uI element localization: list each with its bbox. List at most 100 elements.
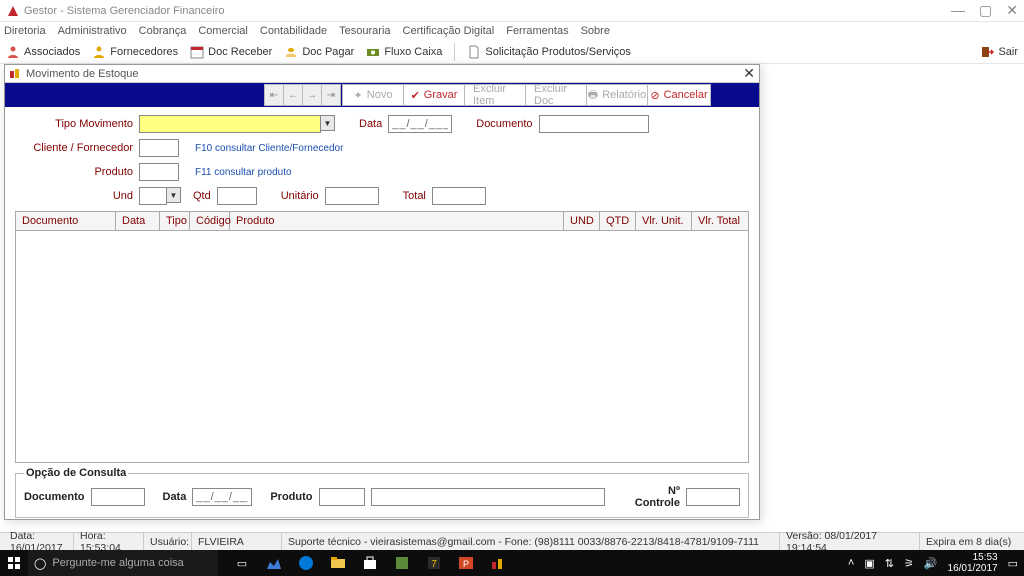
consulta-produto-name-input[interactable] [371,488,605,506]
menu-diretoria[interactable]: Diretoria [4,25,46,37]
taskbar-app-1[interactable] [260,550,288,576]
task-view-button[interactable]: ▭ [228,550,256,576]
excluir-doc-button[interactable]: Excluir Doc [525,84,587,106]
label-tipo-movimento: Tipo Movimento [15,118,133,130]
consulta-produto-code-input[interactable] [319,488,365,506]
produto-input[interactable] [139,163,179,181]
windows-taskbar: ◯ Pergunte-me alguma coisa ▭ 7 P ˄ ▣ ⇅ ⚞… [0,550,1024,576]
taskbar-explorer[interactable] [324,550,352,576]
toolbar-solicitacao[interactable]: Solicitação Produtos/Serviços [467,45,631,59]
menu-sobre[interactable]: Sobre [581,25,610,37]
menu-ferramentas[interactable]: Ferramentas [506,25,568,37]
toolbar-doc-receber[interactable]: Doc Receber [190,45,272,59]
cliente-fornecedor-input[interactable] [139,139,179,157]
relatorio-button[interactable]: 🖶 Relatório [586,84,648,106]
menu-cobranca[interactable]: Cobrança [139,25,187,37]
toolbar-fornecedores[interactable]: Fornecedores [92,45,178,59]
label-cliente-fornecedor: Cliente / Fornecedor [15,142,133,154]
status-usuario: FLVIEIRA [192,533,282,550]
close-icon[interactable]: ✕ [743,65,755,82]
toolbar-sair[interactable]: Sair [980,45,1018,59]
status-hora: Hora: 15:53:04 [74,533,144,550]
window-close-icon[interactable]: ✕ [1006,2,1018,19]
window-maximize-icon[interactable]: ▢ [979,2,992,19]
taskbar-search[interactable]: ◯ Pergunte-me alguma coisa [28,550,218,576]
hint-produto[interactable]: F11 consultar produto [195,167,292,178]
nav-next-button[interactable]: → [302,84,322,106]
hint-cliente[interactable]: F10 consultar Cliente/Fornecedor [195,143,343,154]
tipo-movimento-input[interactable] [139,115,321,133]
und-input[interactable] [139,187,167,205]
unitario-input[interactable] [325,187,379,205]
und-dropdown[interactable]: ▼ [167,187,181,203]
data-input[interactable] [388,115,452,133]
col-tipo[interactable]: Tipo [160,212,190,230]
window-minimize-icon[interactable]: — [951,2,965,19]
items-table: Documento Data Tipo Código Produto UND Q… [15,211,749,463]
modal-body: Tipo Movimento ▼ Data Documento Cliente … [5,107,759,522]
table-header: Documento Data Tipo Código Produto UND Q… [16,212,748,231]
table-body [16,231,748,461]
modal-action-bar: ⇤ ← → ⇥ ✦ Novo ✔ Gravar Excluir Item Exc… [5,83,759,107]
app-status-bar: Data: 16/01/2017 Hora: 15:53:04 Usuário:… [0,532,1024,550]
main-toolbar: Associados Fornecedores Doc Receber Doc … [0,40,1024,64]
documento-input[interactable] [539,115,649,133]
tray-battery-icon[interactable]: ▣ [864,557,874,570]
menu-administrativo[interactable]: Administrativo [58,25,127,37]
total-input[interactable] [432,187,486,205]
col-und[interactable]: UND [564,212,600,230]
consulta-controle-input[interactable] [686,488,740,506]
qtd-input[interactable] [217,187,257,205]
label-data: Data [359,118,382,130]
excluir-item-button[interactable]: Excluir Item [464,84,526,106]
taskbar-app-2[interactable] [388,550,416,576]
taskbar-app-3[interactable]: 7 [420,550,448,576]
check-icon: ✔ [411,89,420,102]
exit-icon [980,45,994,59]
consulta-data-input[interactable] [192,488,252,506]
col-vlr-unit[interactable]: Vlr. Unit. [636,212,692,230]
document-icon [467,45,481,59]
printer-icon: 🖶 [588,86,598,105]
taskbar-clock[interactable]: 15:53 16/01/2017 [948,552,998,574]
cancelar-button[interactable]: ⊘ Cancelar [647,84,711,106]
nav-prev-button[interactable]: ← [283,84,303,106]
menu-contabilidade[interactable]: Contabilidade [260,25,327,37]
menu-certificacao[interactable]: Certificação Digital [403,25,495,37]
tray-network-icon[interactable]: ⇅ [885,557,894,570]
sparkle-icon: ✦ [354,89,363,102]
nav-last-button[interactable]: ⇥ [321,84,341,106]
taskbar-store[interactable] [356,550,384,576]
toolbar-fluxo-caixa[interactable]: Fluxo Caixa [366,45,442,59]
notifications-icon[interactable]: ▭ [1008,557,1018,570]
consulta-documento-input[interactable] [91,488,145,506]
modal-titlebar: Movimento de Estoque ✕ [5,65,759,83]
menu-comercial[interactable]: Comercial [198,25,248,37]
status-usuario-label: Usuário: [144,533,192,550]
taskbar-edge[interactable] [292,550,320,576]
tray-volume-icon[interactable]: 🔊 [924,557,938,570]
status-expira: Expira em 8 dia(s) [920,533,1020,550]
calendar-icon [190,45,204,59]
toolbar-doc-pagar[interactable]: Doc Pagar [284,45,354,59]
start-button[interactable] [0,550,28,576]
col-codigo[interactable]: Código [190,212,230,230]
col-data[interactable]: Data [116,212,160,230]
nav-first-button[interactable]: ⇤ [264,84,284,106]
title-bar: Gestor - Sistema Gerenciador Financeiro … [0,0,1024,22]
novo-button[interactable]: ✦ Novo [342,84,404,106]
toolbar-associados[interactable]: Associados [6,45,80,59]
col-produto[interactable]: Produto [230,212,564,230]
taskbar-powerpoint[interactable]: P [452,550,480,576]
col-documento[interactable]: Documento [16,212,116,230]
gravar-button[interactable]: ✔ Gravar [403,84,465,106]
taskbar-app-gestor[interactable] [484,550,512,576]
tray-wifi-icon[interactable]: ⚞ [904,557,914,570]
col-qtd[interactable]: QTD [600,212,636,230]
cash-icon [366,45,380,59]
tray-chevron-icon[interactable]: ˄ [848,557,854,569]
cancel-icon: ⊘ [650,89,659,102]
col-vlr-total[interactable]: Vlr. Total [692,212,748,230]
tipo-movimento-dropdown[interactable]: ▼ [321,115,335,131]
menu-tesouraria[interactable]: Tesouraria [339,25,390,37]
